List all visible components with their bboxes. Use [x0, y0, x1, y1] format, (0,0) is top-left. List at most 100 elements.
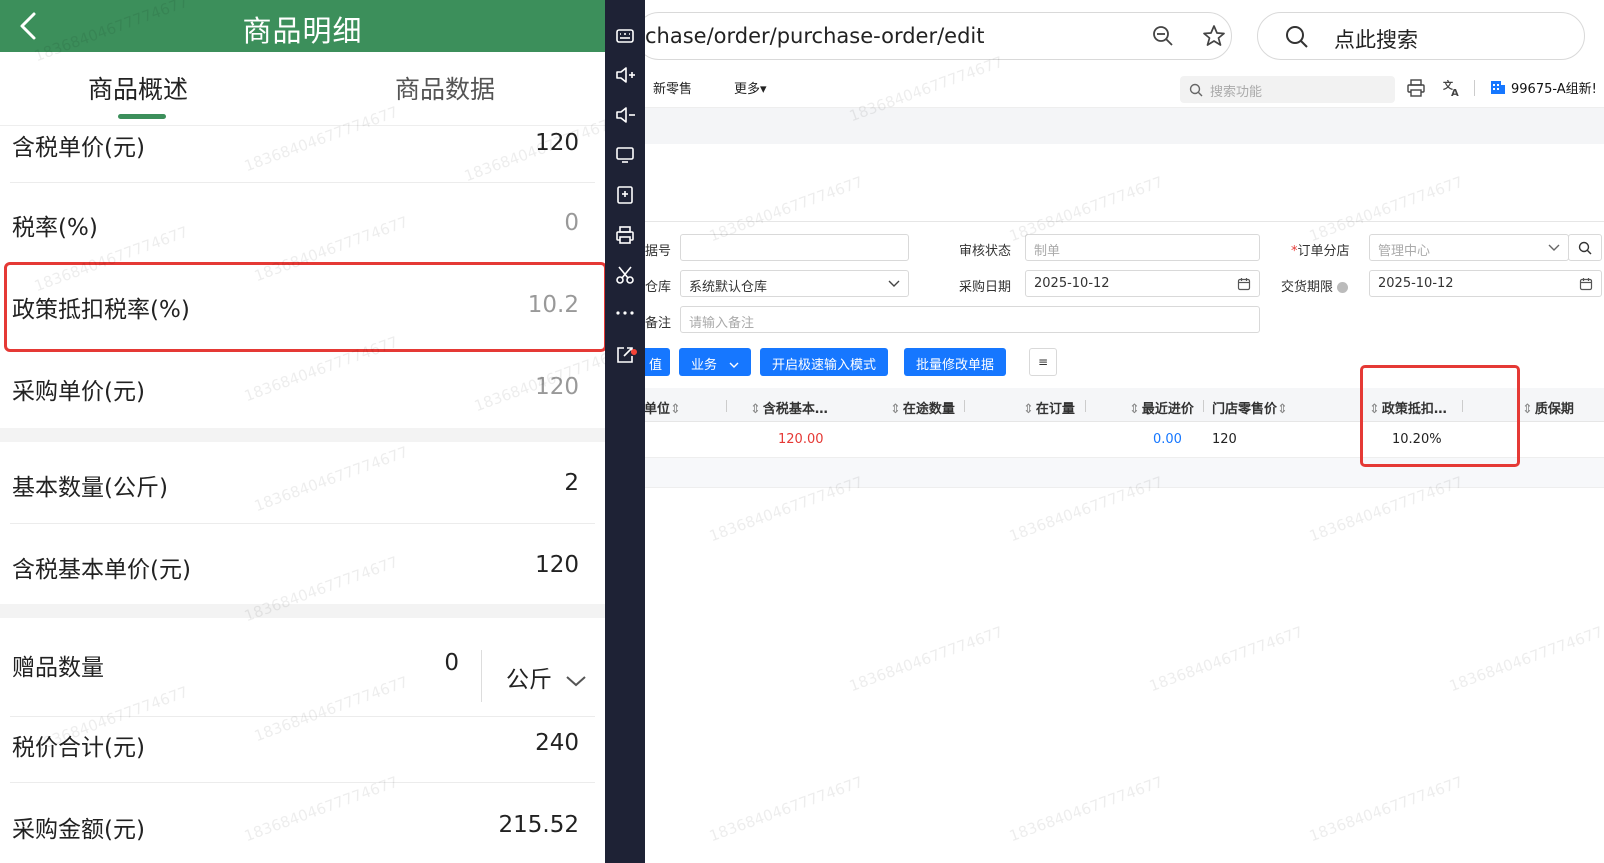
value-button[interactable]: 值	[645, 348, 671, 376]
menu-new-retail[interactable]: 新零售	[653, 78, 692, 97]
mobile-title: 商品明细	[242, 14, 363, 48]
column-settings-icon[interactable]: ≡	[1029, 348, 1057, 376]
divider	[481, 650, 482, 702]
remark-label: 备注	[645, 316, 672, 331]
screen-icon[interactable]	[614, 144, 636, 166]
audit-status-label: 审核状态	[959, 244, 1012, 259]
cell-recent-price[interactable]: 0.00	[1153, 432, 1182, 447]
print-icon[interactable]	[1406, 78, 1426, 102]
divider	[1203, 400, 1204, 412]
calendar-icon	[1579, 278, 1593, 291]
star-icon[interactable]	[1201, 23, 1227, 53]
row-label: 基本数量(公斤)	[12, 475, 168, 501]
section-gap	[0, 428, 605, 442]
help-icon[interactable]	[1337, 282, 1349, 293]
row-value[interactable]: 120	[535, 552, 579, 578]
volume-up-icon[interactable]	[614, 64, 636, 86]
col-on-order[interactable]: ⇕ 在订量	[1023, 398, 1075, 417]
search-icon	[1578, 241, 1592, 255]
audit-status-input: 制单	[1025, 234, 1260, 261]
highlight-box	[1360, 365, 1520, 467]
watermark: 18368404677774677	[1306, 772, 1466, 846]
col-retail-price[interactable]: 门店零售价⇕	[1212, 398, 1290, 417]
batch-edit-button[interactable]: 批量修改单据	[904, 348, 1007, 376]
watermark: 18368404677774677	[1446, 622, 1604, 696]
scissors-icon[interactable]	[614, 264, 636, 286]
row-label: 赠品数量	[12, 655, 104, 681]
zoom-icon[interactable]	[1151, 24, 1175, 52]
remark-input[interactable]: 请输入备注	[680, 306, 1260, 333]
row-label: 税价合计(元)	[12, 735, 145, 761]
mobile-header: 商品明细	[0, 0, 605, 52]
browser-chrome: chase/order/purchase-order/edit 点此搜索	[645, 0, 1604, 68]
purchase-date-input[interactable]: 2025-10-12	[1025, 270, 1260, 297]
delivery-date-input[interactable]: 2025-10-12	[1369, 270, 1602, 297]
row-value[interactable]: 120	[535, 374, 579, 400]
highlight-box	[4, 262, 605, 352]
branch-search-button[interactable]	[1568, 234, 1602, 261]
mobile-tabs: 商品概述 商品数据	[0, 52, 605, 126]
row-label: 税率(%)	[12, 215, 98, 241]
branch-select[interactable]: 管理中心	[1369, 234, 1569, 261]
business-button[interactable]: 业务	[679, 348, 752, 376]
print-icon[interactable]	[614, 224, 636, 246]
translate-icon[interactable]: 文A	[1442, 78, 1462, 102]
tab-data[interactable]: 商品数据	[395, 70, 495, 106]
warehouse-select[interactable]: 系统默认仓库	[680, 270, 909, 297]
row-label: 采购单价(元)	[12, 379, 145, 405]
col-unit[interactable]: 单位⇕	[645, 398, 683, 417]
search-bar[interactable]: 点此搜索	[1257, 12, 1585, 60]
row-value: 240	[535, 730, 579, 756]
menu-more[interactable]: 更多▾	[734, 78, 767, 97]
watermark: 18368404677774677	[251, 442, 411, 516]
watermark: 18368404677774677	[251, 672, 411, 746]
col-recent-price[interactable]: ⇕ 最近进价	[1129, 398, 1194, 417]
unit-dropdown[interactable]: 公斤	[506, 660, 587, 694]
user-account[interactable]: 99675-A组新!	[1511, 78, 1597, 97]
chevron-down-icon	[888, 280, 900, 287]
doc-no-input[interactable]	[680, 234, 909, 261]
open-external-icon[interactable]	[614, 344, 636, 366]
chevron-down-icon	[1548, 244, 1560, 251]
divider	[1085, 400, 1086, 412]
install-apk-icon[interactable]	[614, 184, 636, 206]
divider	[10, 523, 595, 524]
watermark: 18368404677774677	[1006, 772, 1166, 846]
volume-down-icon[interactable]	[614, 104, 636, 126]
row-value[interactable]: 2	[564, 470, 579, 496]
warehouse-value: 系统默认仓库	[689, 280, 768, 295]
purchase-date-value: 2025-10-12	[1034, 276, 1110, 291]
watermark: 18368404677774677	[846, 622, 1006, 696]
delivery-label: 交货期限	[1281, 276, 1349, 295]
keyboard-icon[interactable]	[614, 24, 636, 46]
tab-overview[interactable]: 商品概述	[88, 70, 188, 106]
divider	[10, 182, 595, 183]
divider	[1474, 80, 1475, 96]
divider	[726, 400, 727, 412]
search-icon	[1286, 26, 1308, 48]
company-icon	[1489, 78, 1507, 100]
calendar-icon	[1237, 278, 1251, 291]
business-label: 业务	[691, 358, 718, 373]
doc-no-label: 据号	[645, 244, 672, 259]
col-in-transit[interactable]: ⇕ 在途数量	[890, 398, 955, 417]
row-value[interactable]: 0	[564, 210, 579, 236]
cell-retail-price[interactable]: 120	[1212, 432, 1237, 447]
col-tax-base[interactable]: ⇕ 含税基本…	[750, 398, 828, 417]
chevron-down-icon	[729, 362, 739, 368]
function-search-input[interactable]: 搜索功能	[1180, 76, 1395, 103]
fast-input-button[interactable]: 开启极速输入模式	[760, 348, 889, 376]
col-warranty[interactable]: ⇕ 质保期	[1522, 398, 1574, 417]
search-placeholder: 搜索功能	[1210, 85, 1263, 100]
app-menubar: 新零售 更多▾ 搜索功能 文A 99675-A组新!	[645, 68, 1604, 108]
device-toolbar	[605, 0, 645, 863]
cell-tax-base[interactable]: 120.00	[778, 432, 824, 447]
url-text[interactable]: chase/order/purchase-order/edit	[645, 24, 985, 48]
more-icon[interactable]	[614, 302, 636, 324]
divider	[964, 400, 965, 412]
svg-text:A: A	[1451, 88, 1459, 98]
gift-qty-value[interactable]: 0	[444, 650, 459, 676]
notification-dot	[631, 349, 637, 355]
row-label: 含税基本单价(元)	[12, 557, 191, 583]
branch-label-text: 订单分店	[1297, 244, 1350, 259]
